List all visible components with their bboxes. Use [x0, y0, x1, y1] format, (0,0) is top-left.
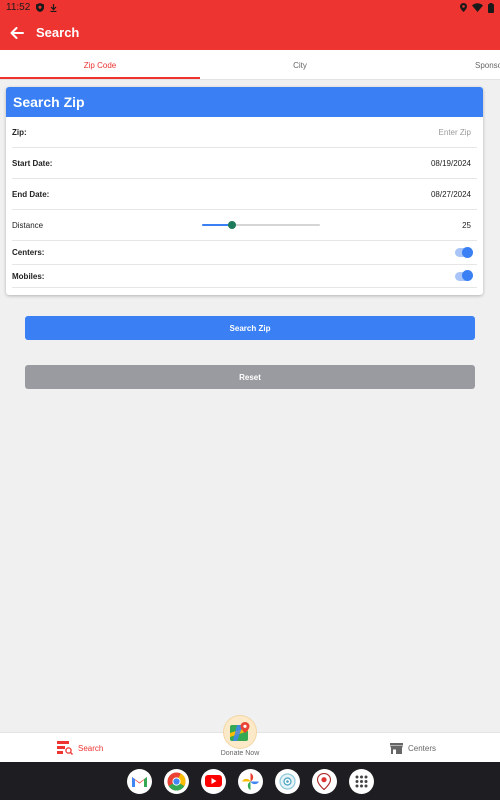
- donate-now-button[interactable]: Donate Now: [218, 715, 262, 757]
- wifi-icon: [472, 3, 483, 12]
- tab-city[interactable]: City: [200, 50, 400, 80]
- nav-search[interactable]: Search: [57, 733, 103, 763]
- mobiles-toggle[interactable]: [455, 270, 473, 281]
- toggle-knob: [462, 246, 473, 258]
- start-date-field[interactable]: 08/19/2024: [431, 159, 471, 168]
- nav-centers-label: Centers: [408, 743, 437, 753]
- camera-icon[interactable]: [274, 768, 300, 794]
- centers-label: Centers:: [12, 248, 45, 257]
- zip-row: Zip: Enter Zip: [12, 118, 477, 148]
- system-dock: [0, 762, 500, 800]
- card-title: Search Zip: [6, 87, 483, 117]
- tab-bar: Zip Code City Sponsor: [0, 50, 500, 80]
- start-date-row: Start Date: 08/19/2024: [12, 148, 477, 179]
- end-date-field[interactable]: 08/27/2024: [431, 190, 471, 199]
- end-date-row: End Date: 08/27/2024: [12, 179, 477, 210]
- slider-thumb[interactable]: [227, 221, 236, 229]
- chrome-icon[interactable]: [163, 768, 189, 794]
- mobiles-label: Mobiles:: [12, 271, 45, 281]
- start-date-label: Start Date:: [12, 158, 53, 168]
- end-date-label: End Date:: [12, 189, 50, 199]
- toggle-knob: [462, 270, 473, 281]
- youtube-icon[interactable]: [200, 768, 226, 794]
- tab-indicator: [0, 77, 200, 79]
- app-bar: Search: [0, 15, 500, 50]
- gmail-icon[interactable]: [126, 768, 152, 794]
- centers-toggle[interactable]: [455, 246, 473, 258]
- arrow-left-icon: [10, 26, 24, 39]
- distance-label: Distance: [12, 220, 44, 230]
- shield-icon: [36, 3, 45, 12]
- search-list-icon: [57, 741, 73, 755]
- nav-centers[interactable]: Centers: [390, 733, 436, 763]
- search-zip-button[interactable]: Search Zip: [25, 316, 475, 340]
- tab-zip-code[interactable]: Zip Code: [0, 50, 200, 80]
- page-title: Search: [36, 25, 80, 40]
- donate-label: Donate Now: [220, 750, 260, 757]
- store-icon: [390, 742, 403, 754]
- app-drawer-icon[interactable]: [348, 768, 374, 794]
- centers-row: Centers:: [12, 241, 477, 265]
- battery-icon: [488, 2, 494, 13]
- zip-label: Zip:: [12, 128, 27, 137]
- reset-button[interactable]: Reset: [25, 365, 475, 389]
- mobiles-row: Mobiles:: [12, 265, 477, 288]
- status-time: 11:52: [6, 2, 31, 13]
- back-button[interactable]: [0, 15, 34, 50]
- status-bar: 11:52: [0, 0, 500, 15]
- tab-sponsor[interactable]: Sponsor: [455, 50, 500, 80]
- download-icon: [50, 3, 57, 12]
- distance-row: Distance 25: [12, 210, 477, 241]
- location-icon: [460, 3, 467, 12]
- search-zip-card: Search Zip Zip: Enter Zip Start Date: 08…: [6, 87, 483, 295]
- donate-map-icon: [223, 715, 257, 749]
- nav-search-label: Search: [78, 743, 104, 753]
- photos-icon[interactable]: [237, 768, 263, 794]
- maps-pin-icon[interactable]: [311, 768, 337, 794]
- zip-input[interactable]: Enter Zip: [439, 128, 471, 137]
- distance-value: 25: [462, 220, 471, 230]
- distance-slider[interactable]: [202, 210, 320, 240]
